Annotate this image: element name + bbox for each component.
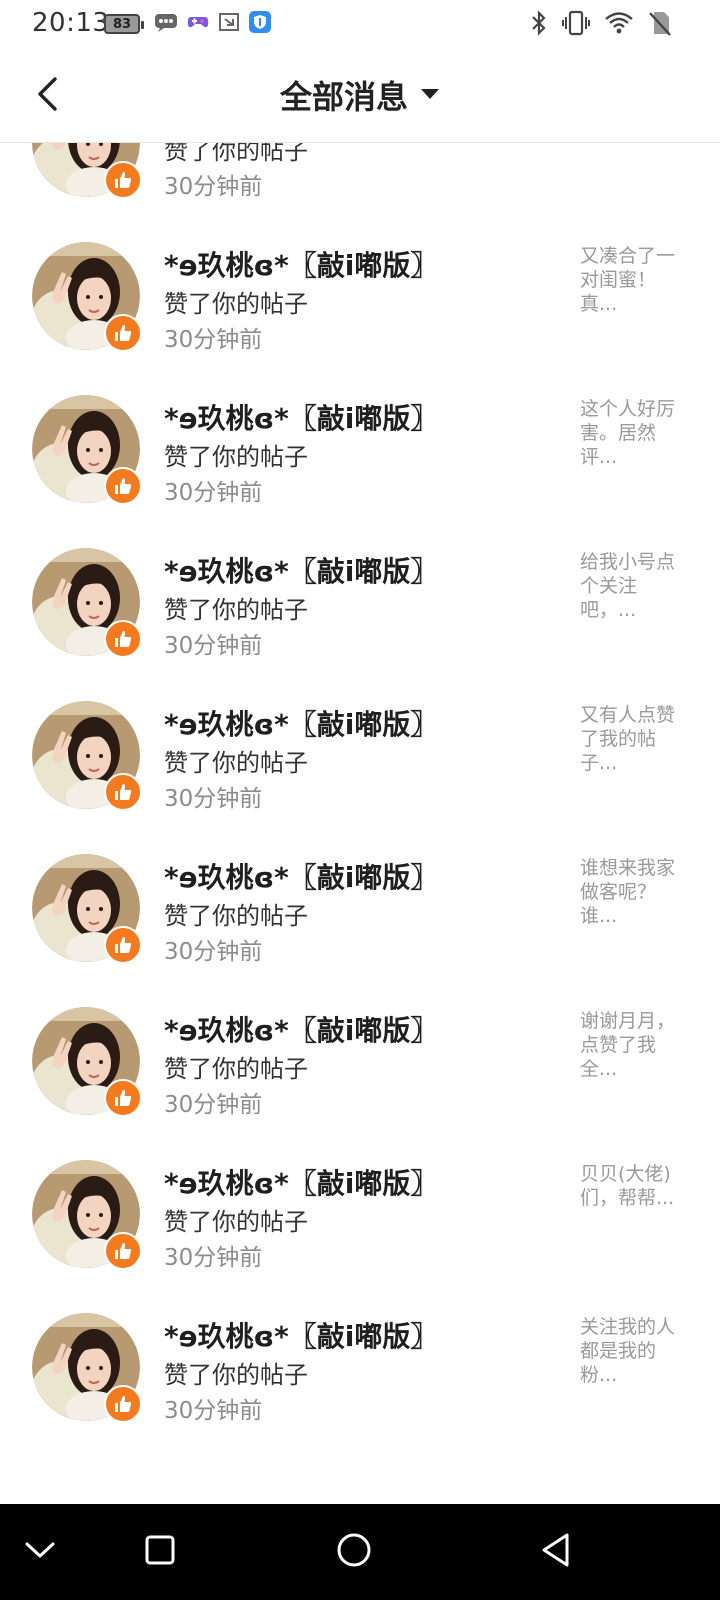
message-item[interactable]: *ɘ玖桃ɞ*〖敲i嘟版〗 赞了你的帖子 30分钟前 抄粉丝名 [0, 143, 720, 212]
battery-level: 83 [112, 16, 132, 32]
avatar[interactable] [32, 242, 142, 352]
thumbs-up-icon [104, 1385, 142, 1423]
status-left-icons: 83 [104, 10, 272, 38]
message-item[interactable]: *ɘ玖桃ɞ*〖敲i嘟版〗 赞了你的帖子 30分钟前 又有人点赞了我的帖子... [0, 671, 720, 824]
message-item[interactable]: *ɘ玖桃ɞ*〖敲i嘟版〗 赞了你的帖子 30分钟前 谢谢月月，点赞了我全... [0, 977, 720, 1130]
battery-icon: 83 [104, 14, 144, 34]
avatar[interactable] [32, 548, 142, 658]
page-title: 全部消息 [279, 78, 408, 116]
sender-name[interactable]: *ɘ玖桃ɞ*〖敲i嘟版〗 [164, 1162, 438, 1202]
message-time: 30分钟前 [164, 939, 263, 965]
message-time: 30分钟前 [164, 174, 263, 200]
message-time: 30分钟前 [164, 786, 263, 812]
sender-name[interactable]: *ɘ玖桃ɞ*〖敲i嘟版〗 [164, 1009, 438, 1049]
avatar[interactable] [32, 1313, 142, 1423]
thumbs-up-icon [104, 314, 142, 352]
post-preview[interactable]: 又凑合了一对闺蜜！真... [580, 244, 688, 316]
message-time: 30分钟前 [164, 327, 263, 353]
message-time: 30分钟前 [164, 480, 263, 506]
nav-recents-button[interactable] [136, 1528, 184, 1576]
nav-collapse-button[interactable] [16, 1528, 64, 1576]
chat-notification-icon [154, 12, 178, 36]
avatar[interactable] [32, 1007, 142, 1117]
sender-name[interactable]: *ɘ玖桃ɞ*〖敲i嘟版〗 [164, 244, 438, 284]
post-preview[interactable]: 谢谢月月，点赞了我全... [580, 1009, 688, 1081]
thumbs-up-icon [104, 620, 142, 658]
message-action: 赞了你的帖子 [164, 1055, 308, 1083]
header: 全部消息 [0, 48, 720, 143]
message-action: 赞了你的帖子 [164, 596, 308, 624]
post-preview[interactable]: 又有人点赞了我的帖子... [580, 703, 688, 775]
message-item[interactable]: *ɘ玖桃ɞ*〖敲i嘟版〗 赞了你的帖子 30分钟前 这个人好厉害。居然评... [0, 365, 720, 518]
message-action: 赞了你的帖子 [164, 443, 308, 471]
message-list[interactable]: *ɘ玖桃ɞ*〖敲i嘟版〗 赞了你的帖子 30分钟前 抄粉丝名 [0, 143, 720, 1503]
message-action: 赞了你的帖子 [164, 1361, 308, 1389]
status-bar: 20:13 83 [0, 0, 720, 48]
message-time: 30分钟前 [164, 1398, 263, 1424]
avatar[interactable] [32, 854, 142, 964]
thumbs-up-icon [104, 926, 142, 964]
post-preview[interactable]: 这个人好厉害。居然评... [580, 397, 688, 469]
no-sim-icon [648, 10, 672, 40]
shield-app-icon [248, 10, 272, 38]
screenshot-notification-icon [218, 12, 240, 36]
game-notification-icon [186, 12, 210, 36]
thumbs-up-icon [104, 467, 142, 505]
message-filter-dropdown[interactable]: 全部消息 [0, 72, 720, 118]
avatar[interactable] [32, 1160, 142, 1270]
message-time: 30分钟前 [164, 1092, 263, 1118]
nav-back-button[interactable] [532, 1528, 580, 1576]
message-action: 赞了你的帖子 [164, 749, 308, 777]
thumbs-up-icon [104, 1079, 142, 1117]
sender-name[interactable]: *ɘ玖桃ɞ*〖敲i嘟版〗 [164, 703, 438, 743]
message-action: 赞了你的帖子 [164, 1208, 308, 1236]
message-item[interactable]: *ɘ玖桃ɞ*〖敲i嘟版〗 赞了你的帖子 30分钟前 贝贝(大佬)们，帮帮... [0, 1130, 720, 1283]
thumbs-up-icon [104, 161, 142, 199]
post-preview[interactable]: 贝贝(大佬)们，帮帮... [580, 1162, 688, 1210]
thumbs-up-icon [104, 773, 142, 811]
status-time: 20:13 [32, 8, 110, 38]
message-item[interactable]: *ɘ玖桃ɞ*〖敲i嘟版〗 赞了你的帖子 30分钟前 又凑合了一对闺蜜！真... [0, 212, 720, 365]
message-action: 赞了你的帖子 [164, 902, 308, 930]
avatar[interactable] [32, 395, 142, 505]
nav-home-button[interactable] [330, 1528, 378, 1576]
status-right-icons [530, 10, 672, 40]
sender-name[interactable]: *ɘ玖桃ɞ*〖敲i嘟版〗 [164, 550, 438, 590]
message-list-content: *ɘ玖桃ɞ*〖敲i嘟版〗 赞了你的帖子 30分钟前 抄粉丝名 [0, 143, 720, 1436]
avatar[interactable] [32, 143, 142, 199]
square-recents-icon [144, 1534, 176, 1570]
wifi-icon [604, 11, 634, 39]
sender-name[interactable]: *ɘ玖桃ɞ*〖敲i嘟版〗 [164, 1315, 438, 1355]
caret-down-icon [420, 86, 440, 105]
message-time: 30分钟前 [164, 1245, 263, 1271]
screen: 20:13 83 全部消息 赞了你的帖子 30分钟前 *ɘ玖桃ɞ*〖敲i嘟版〗 … [0, 0, 720, 1600]
thumbs-up-icon [104, 1232, 142, 1270]
message-action: 赞了你的帖子 [164, 290, 308, 318]
message-time: 30分钟前 [164, 633, 263, 659]
chevron-down-icon [24, 1540, 56, 1564]
vibrate-icon [562, 10, 590, 40]
post-preview[interactable]: 谁想来我家做客呢？谁... [580, 856, 688, 928]
triangle-back-icon [540, 1532, 572, 1572]
message-item[interactable]: *ɘ玖桃ɞ*〖敲i嘟版〗 赞了你的帖子 30分钟前 谁想来我家做客呢？谁... [0, 824, 720, 977]
navigation-bar [0, 1504, 720, 1600]
post-preview[interactable]: 关注我的人都是我的粉... [580, 1315, 688, 1387]
bluetooth-icon [530, 10, 548, 40]
message-action: 赞了你的帖子 [164, 143, 308, 165]
sender-name[interactable]: *ɘ玖桃ɞ*〖敲i嘟版〗 [164, 856, 438, 896]
avatar[interactable] [32, 701, 142, 811]
message-item[interactable]: *ɘ玖桃ɞ*〖敲i嘟版〗 赞了你的帖子 30分钟前 给我小号点个关注吧，... [0, 518, 720, 671]
sender-name[interactable]: *ɘ玖桃ɞ*〖敲i嘟版〗 [164, 397, 438, 437]
message-item[interactable]: *ɘ玖桃ɞ*〖敲i嘟版〗 赞了你的帖子 30分钟前 关注我的人都是我的粉... [0, 1283, 720, 1436]
post-preview[interactable]: 给我小号点个关注吧，... [580, 550, 688, 622]
circle-home-icon [336, 1532, 372, 1572]
